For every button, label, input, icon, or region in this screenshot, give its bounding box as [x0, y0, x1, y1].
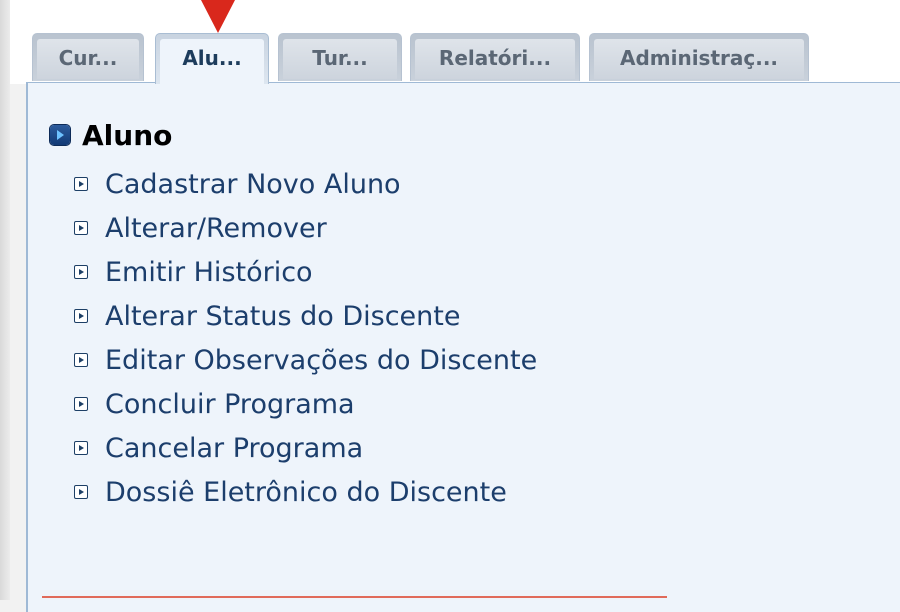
play-outline-square-icon	[74, 441, 88, 455]
tab-turmas[interactable]: Tur...	[278, 33, 402, 81]
highlight-underline	[42, 596, 667, 598]
menu-item-label[interactable]: Alterar/Remover	[105, 213, 327, 244]
tab-cursos[interactable]: Cur...	[32, 33, 144, 81]
tab-relatorios[interactable]: Relatóri...	[410, 33, 580, 81]
play-outline-square-icon	[74, 485, 88, 499]
menu-item-concluir-programa[interactable]: Concluir Programa	[74, 382, 537, 426]
menu-item-emitir-historico[interactable]: Emitir Histórico	[74, 250, 537, 294]
menu-item-label[interactable]: Alterar Status do Discente	[105, 301, 460, 332]
menu-item-label[interactable]: Cancelar Programa	[105, 433, 363, 464]
play-square-icon	[50, 125, 70, 145]
menu-item-alterar-status-discente[interactable]: Alterar Status do Discente	[74, 294, 537, 338]
menu-item-cadastrar-novo-aluno[interactable]: Cadastrar Novo Aluno	[74, 162, 537, 206]
menu-item-editar-observacoes-discente[interactable]: Editar Observações do Discente	[74, 338, 537, 382]
tab-label: Relatóri...	[415, 39, 575, 79]
tab-label: Cur...	[37, 39, 139, 79]
menu-item-label[interactable]: Concluir Programa	[105, 389, 355, 420]
tab-label: Alu...	[160, 39, 264, 85]
tab-aluno[interactable]: Alu...	[155, 33, 269, 85]
play-outline-square-icon	[74, 221, 88, 235]
section-heading: Aluno	[50, 116, 172, 154]
play-outline-square-icon	[74, 353, 88, 367]
section-title: Aluno	[82, 118, 173, 152]
tab-administracao[interactable]: Administraç...	[589, 33, 809, 81]
tab-label: Administraç...	[594, 39, 804, 79]
play-outline-square-icon	[74, 397, 88, 411]
tab-bar: Cur... Alu... Tur... Relatóri... Adminis…	[10, 0, 900, 85]
menu-item-alterar-remover[interactable]: Alterar/Remover	[74, 206, 537, 250]
menu-item-label[interactable]: Dossiê Eletrônico do Discente	[105, 477, 507, 508]
menu-item-dossie-eletronico-discente[interactable]: Dossiê Eletrônico do Discente	[74, 470, 537, 514]
aluno-menu-list: Cadastrar Novo Aluno Alterar/Remover Emi…	[74, 162, 537, 514]
play-outline-square-icon	[74, 177, 88, 191]
menu-item-label[interactable]: Emitir Histórico	[105, 257, 313, 288]
menu-item-cancelar-programa[interactable]: Cancelar Programa	[74, 426, 537, 470]
window-left-border	[0, 0, 10, 600]
play-outline-square-icon	[74, 309, 88, 323]
menu-item-label[interactable]: Cadastrar Novo Aluno	[105, 169, 401, 200]
tab-label: Tur...	[283, 39, 397, 79]
menu-item-label[interactable]: Editar Observações do Discente	[105, 345, 537, 376]
play-outline-square-icon	[74, 265, 88, 279]
